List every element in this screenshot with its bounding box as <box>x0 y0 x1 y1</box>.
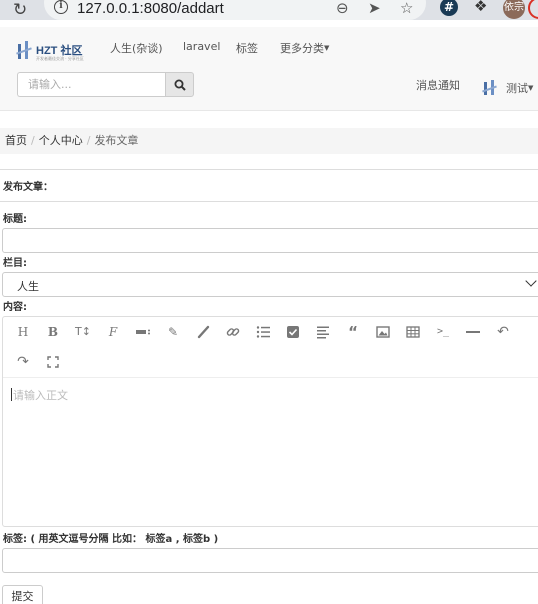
logo-mark-icon <box>16 39 34 61</box>
site-navbar: HZT 社区 开发者最佳交流 · 分享社区 人生(杂谈) laravel 标签 … <box>0 27 538 111</box>
notifications-link[interactable]: 消息通知 <box>416 77 460 93</box>
address-bar[interactable]: i 127.0.0.1:8080/addart ⊖ ➤ ☆ <box>44 0 426 20</box>
block-icon[interactable] <box>135 324 151 340</box>
checkbox-icon[interactable] <box>285 324 301 340</box>
user-avatar-icon <box>482 79 500 97</box>
align-icon[interactable] <box>315 324 331 340</box>
pencil-icon[interactable]: ✎ <box>165 324 181 340</box>
extensions-puzzle-icon[interactable]: ❖ <box>474 0 487 15</box>
editor-content-area[interactable]: 请输入正文 <box>11 387 68 403</box>
nav-item-more[interactable]: 更多分类▼ <box>280 40 329 56</box>
caret-down-icon: ▼ <box>528 84 534 92</box>
reload-icon[interactable]: ↻ <box>13 0 27 20</box>
strikethrough-icon[interactable]: F <box>105 324 121 340</box>
nav-item-life[interactable]: 人生(杂谈) <box>110 40 163 56</box>
caret-down-icon: ▼ <box>324 44 330 52</box>
nav-item-laravel[interactable]: laravel <box>183 40 220 53</box>
list-icon[interactable] <box>255 324 271 340</box>
user-name-text: 测试 <box>506 82 528 95</box>
fullscreen-icon[interactable] <box>45 354 61 370</box>
site-info-icon[interactable]: i <box>54 0 68 14</box>
breadcrumb-separator: / <box>86 134 91 147</box>
breadcrumb: 首页 / 个人中心 / 发布文章 <box>0 128 538 154</box>
form-heading: 发布文章： <box>3 182 53 193</box>
brush-icon[interactable] <box>195 324 211 340</box>
hr-icon[interactable] <box>465 324 481 340</box>
search-button[interactable] <box>165 72 194 97</box>
extension-hash-icon[interactable]: # <box>440 0 458 16</box>
divider <box>0 201 538 202</box>
search-input[interactable] <box>18 73 165 96</box>
text-cursor <box>11 388 12 401</box>
breadcrumb-home[interactable]: 首页 <box>5 134 27 147</box>
search-box <box>17 72 165 97</box>
update-indicator-icon[interactable] <box>528 0 538 19</box>
nav-item-more-label: 更多分类 <box>280 42 324 55</box>
tags-label: 标签: ( 用英文逗号分隔 比如： 标签a , 标签b ) <box>3 534 219 545</box>
nav-item-tags[interactable]: 标签 <box>236 40 258 56</box>
browser-toolbar: ↻ i 127.0.0.1:8080/addart ⊖ ➤ ☆ # ❖ 依宗 <box>0 0 538 20</box>
editor-toolbar: H B T↕ F ✎ “ >_ ↶ ↷ <box>3 317 538 378</box>
logo-subtext: 开发者最佳交流 · 分享社区 <box>36 56 84 61</box>
breadcrumb-separator: / <box>31 134 35 147</box>
code-icon[interactable]: >_ <box>435 324 451 340</box>
redo-icon[interactable]: ↷ <box>15 354 31 370</box>
breadcrumb-current: 发布文章 <box>94 134 139 147</box>
bold-icon[interactable]: B <box>45 324 61 340</box>
category-selected-value: 人生 <box>17 280 39 293</box>
search-icon <box>174 79 186 91</box>
text-size-icon[interactable]: T↕ <box>75 324 91 340</box>
send-icon[interactable]: ➤ <box>368 0 381 17</box>
zoom-icon[interactable]: ⊖ <box>336 0 349 17</box>
editor-placeholder: 请输入正文 <box>13 389 68 402</box>
tags-input[interactable] <box>2 548 538 573</box>
user-name: 测试▼ <box>506 80 533 96</box>
profile-avatar[interactable]: 依宗 <box>503 0 525 19</box>
title-input[interactable] <box>2 228 538 253</box>
breadcrumb-user-center[interactable]: 个人中心 <box>39 134 83 147</box>
bookmark-star-icon[interactable]: ☆ <box>400 0 413 17</box>
markdown-editor: H B T↕ F ✎ “ >_ ↶ ↷ 请输入正文 <box>2 316 538 527</box>
quote-icon[interactable]: “ <box>345 324 361 340</box>
table-icon[interactable] <box>405 324 421 340</box>
image-icon[interactable] <box>375 324 391 340</box>
divider <box>0 169 538 170</box>
content-label: 内容: <box>3 302 27 313</box>
category-label: 栏目: <box>3 258 27 269</box>
heading-icon[interactable]: H <box>15 324 31 340</box>
link-icon[interactable] <box>225 324 241 340</box>
submit-button[interactable]: 提交 <box>2 585 43 604</box>
category-select[interactable]: 人生 <box>2 272 538 297</box>
address-text[interactable]: 127.0.0.1:8080/addart <box>77 0 224 17</box>
title-label: 标题: <box>3 214 27 225</box>
chevron-down-icon <box>525 275 537 287</box>
undo-icon[interactable]: ↶ <box>495 324 511 340</box>
